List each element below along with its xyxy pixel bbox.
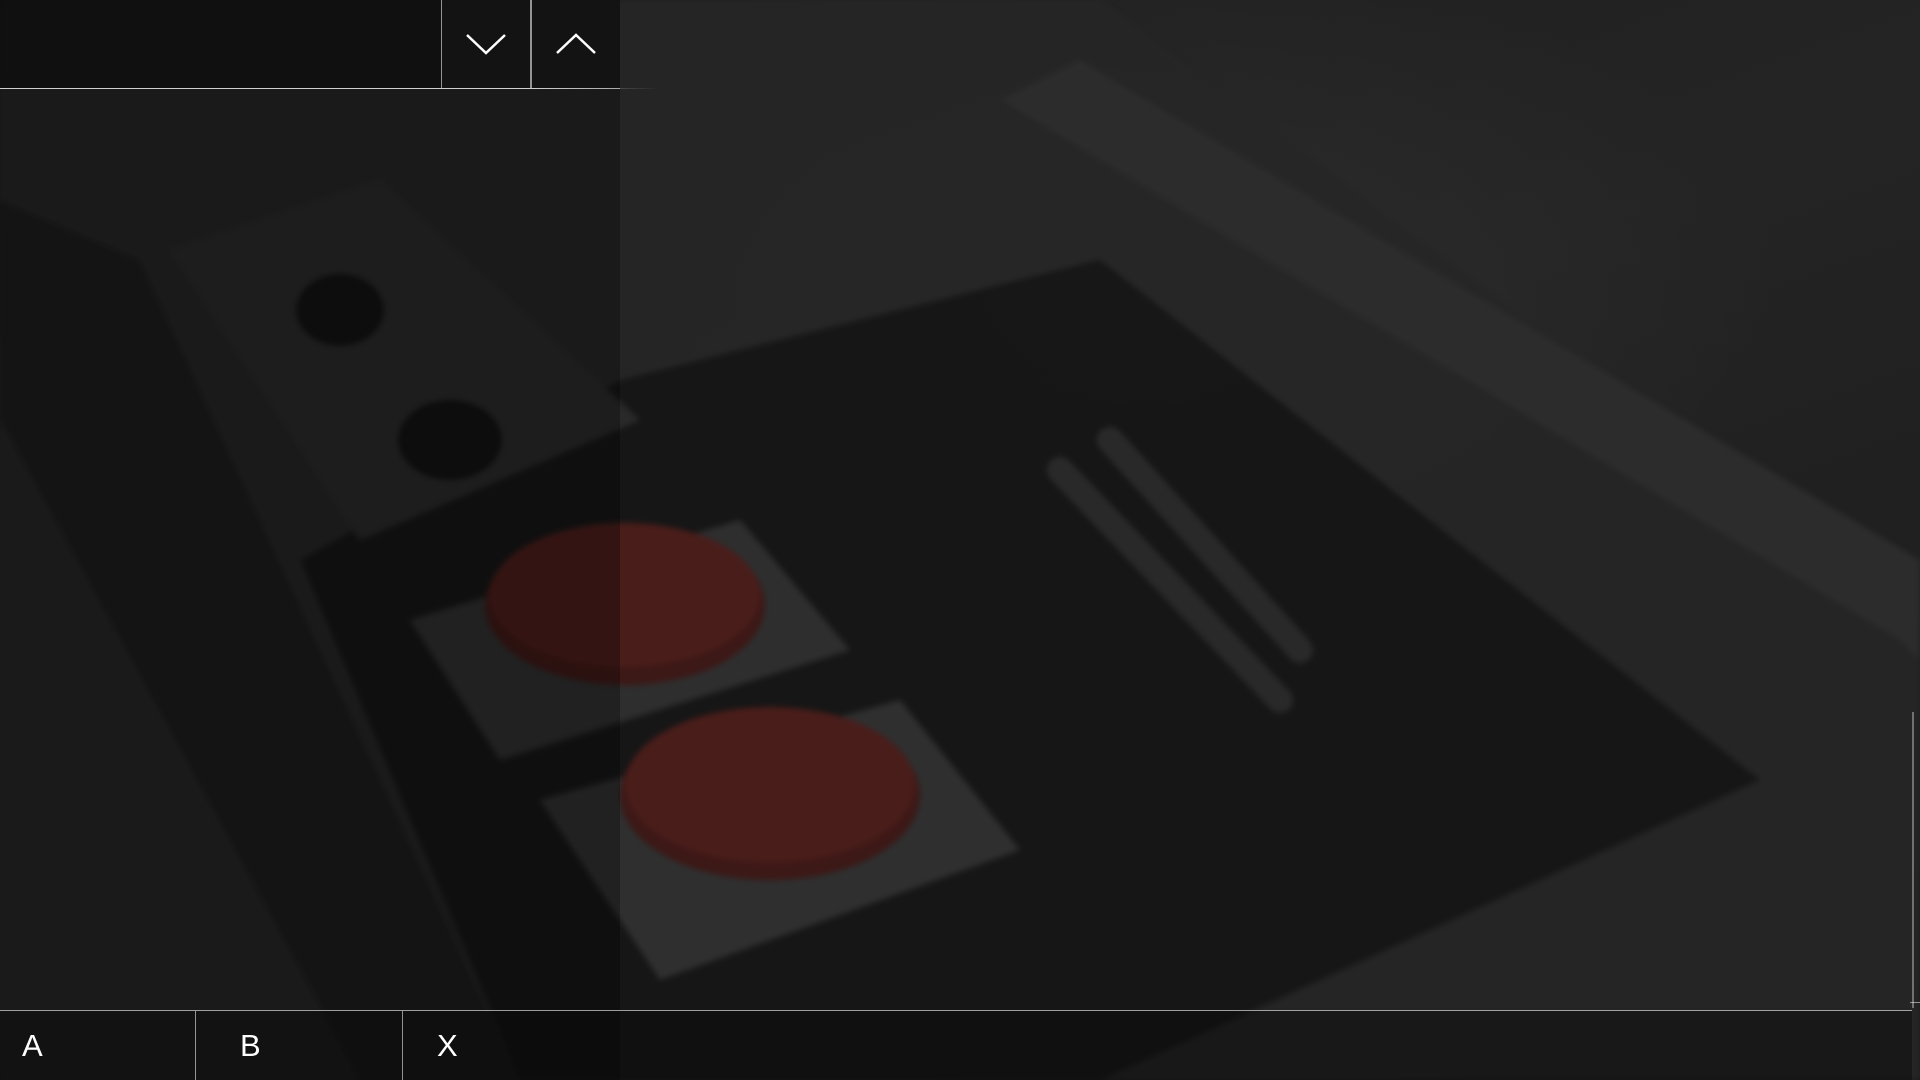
top-control-bar — [0, 0, 620, 89]
app-stage: A B X — [0, 0, 1920, 1080]
tab-a[interactable]: A — [0, 1011, 196, 1080]
chevron-down-icon — [466, 34, 506, 55]
right-edge-tick — [1910, 1002, 1920, 1003]
tab-x[interactable]: X — [403, 1011, 603, 1080]
chevron-up-icon — [556, 33, 596, 54]
top-label-area — [0, 0, 442, 88]
scroll-up-button[interactable] — [531, 0, 620, 88]
right-edge-scroll-indicator — [1912, 712, 1914, 1008]
tab-x-label: X — [437, 1028, 458, 1063]
tab-b[interactable]: B — [196, 1011, 403, 1080]
top-divider-line — [0, 88, 660, 89]
left-panel-shade — [0, 0, 620, 1080]
tab-b-label: B — [240, 1028, 261, 1063]
scroll-down-button[interactable] — [442, 0, 531, 88]
bottom-tab-bar: A B X — [0, 1010, 1912, 1080]
tab-a-label: A — [22, 1028, 43, 1063]
